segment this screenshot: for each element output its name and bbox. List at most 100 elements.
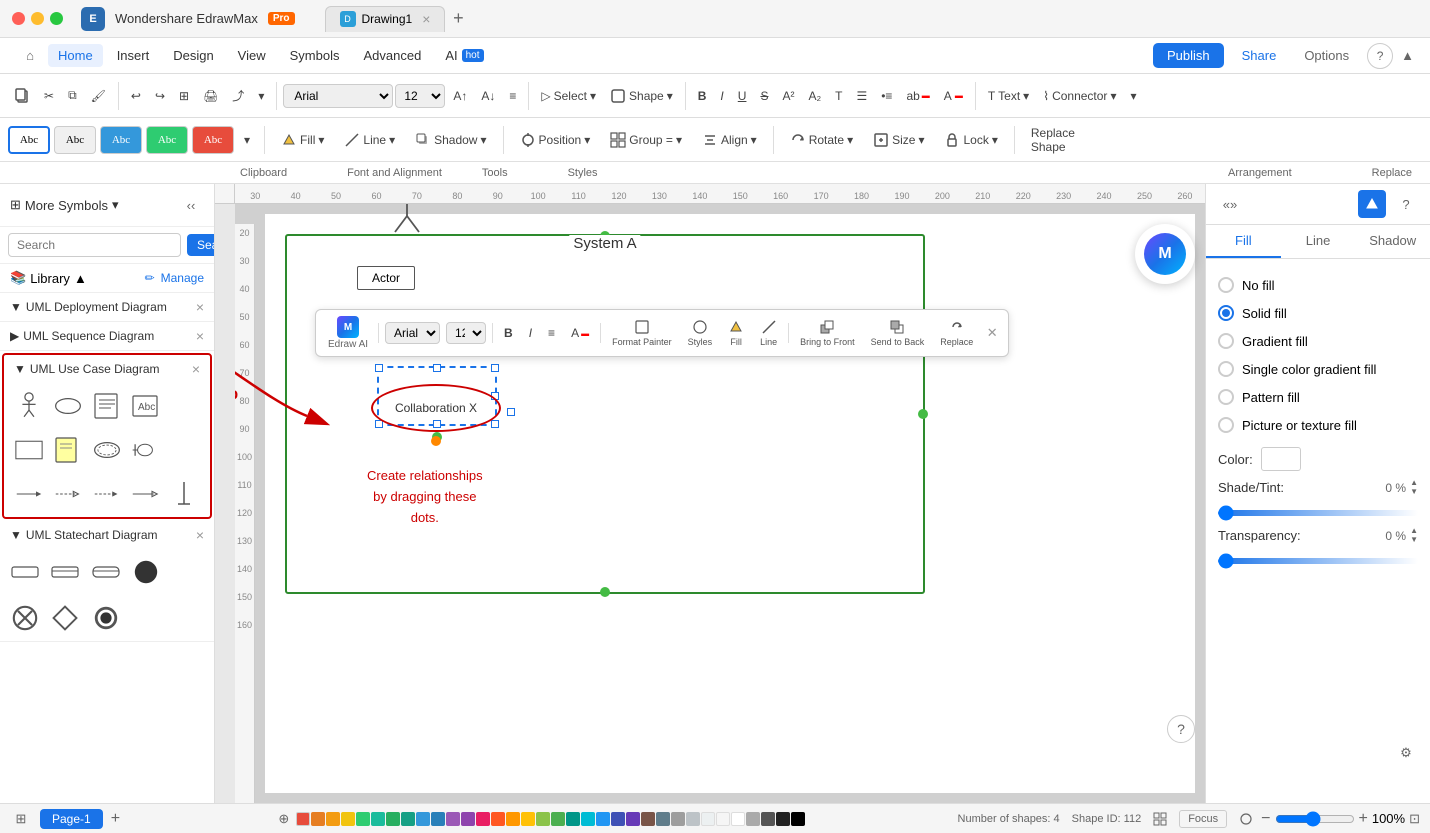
eyedropper-icon[interactable]: ⊕ <box>273 808 295 830</box>
pages-button[interactable]: ⊞ <box>173 85 195 107</box>
uml-statechart-header[interactable]: ▼ UML Statechart Diagram × <box>0 521 214 549</box>
menu-home[interactable]: Home <box>48 44 103 67</box>
style-box-5[interactable]: Abc <box>192 126 234 154</box>
menu-advanced[interactable]: Advanced <box>353 44 431 67</box>
zoom-in-button[interactable]: + <box>1359 810 1368 828</box>
text-tool[interactable]: T Text ▾ <box>982 85 1035 107</box>
color-2[interactable] <box>311 812 325 826</box>
italic-button[interactable]: I <box>714 85 729 107</box>
include-arrow-item[interactable] <box>128 477 162 511</box>
zoom-slider[interactable] <box>1275 811 1355 827</box>
print-button[interactable]: 🖨 <box>197 85 224 107</box>
color-23[interactable] <box>626 812 640 826</box>
fill-button[interactable]: Fill ▾ <box>273 128 332 152</box>
right-fill-icon[interactable] <box>1358 190 1386 218</box>
transparency-spinner[interactable]: ▲ ▼ <box>1410 527 1418 544</box>
list-button[interactable]: ☰ <box>850 85 873 107</box>
text-format-button[interactable]: T <box>829 85 848 107</box>
shadow-button[interactable]: Shadow ▾ <box>407 128 494 152</box>
ft-replace-button[interactable]: Replace <box>935 316 978 350</box>
color-29[interactable] <box>716 812 730 826</box>
color-18[interactable] <box>551 812 565 826</box>
redo-button[interactable]: ↪ <box>149 85 171 107</box>
size-button[interactable]: Size ▾ <box>865 128 932 152</box>
color-30[interactable] <box>731 812 745 826</box>
edit-icon[interactable]: ✏ <box>145 271 155 285</box>
grid-icon-btn[interactable] <box>1153 812 1167 826</box>
uml-deployment-header[interactable]: ▼ UML Deployment Diagram × <box>0 293 214 321</box>
collab-handle-bottom[interactable] <box>431 436 441 446</box>
ft-font-select[interactable]: Arial <box>385 322 440 344</box>
color-15[interactable] <box>506 812 520 826</box>
uml-sequence-header[interactable]: ▶ UML Sequence Diagram × <box>0 322 214 350</box>
state-circle-x[interactable] <box>8 601 42 635</box>
ft-italic-button[interactable]: I <box>524 323 537 343</box>
font-select[interactable]: Arial <box>283 84 393 108</box>
collab-handle-right[interactable] <box>507 408 515 416</box>
paste-button[interactable] <box>8 84 36 108</box>
color-10[interactable] <box>431 812 445 826</box>
lock-button[interactable]: Lock ▾ <box>936 128 1005 152</box>
color-1[interactable] <box>296 812 310 826</box>
color-21[interactable] <box>596 812 610 826</box>
panel-settings-icon[interactable]: ⚙ <box>1392 739 1420 767</box>
menu-insert[interactable]: Insert <box>107 44 160 67</box>
state-box[interactable] <box>48 555 82 589</box>
color-20[interactable] <box>581 812 595 826</box>
page-1-tab[interactable]: Page-1 <box>40 809 103 829</box>
uml-use-case-header[interactable]: ▼ UML Use Case Diagram × <box>4 355 210 383</box>
color-22[interactable] <box>611 812 625 826</box>
styles-more[interactable]: ▾ <box>238 129 256 151</box>
text-box-item[interactable]: Abc <box>128 389 162 423</box>
cut-button[interactable]: ✂ <box>38 85 60 107</box>
ft-align-button[interactable]: ≡ <box>543 323 560 343</box>
manage-button[interactable]: Manage <box>161 271 204 285</box>
copy-button[interactable]: ⧉ <box>62 84 83 107</box>
color-34[interactable] <box>791 812 805 826</box>
group-button[interactable]: Group = ▾ <box>602 128 690 152</box>
arrow-line-item[interactable] <box>12 477 46 511</box>
color-11[interactable] <box>446 812 460 826</box>
ft-fill-button[interactable]: Fill <box>723 316 749 350</box>
style-box-2[interactable]: Abc <box>54 126 96 154</box>
rotate-button[interactable]: Rotate ▾ <box>782 128 861 152</box>
new-tab-button[interactable]: + <box>445 6 471 32</box>
fit-page-icon[interactable]: ⊡ <box>1409 811 1420 827</box>
style-box-4[interactable]: Abc <box>146 126 188 154</box>
tab-close-icon[interactable]: × <box>422 11 430 27</box>
system-box[interactable]: System A <box>285 234 925 594</box>
color-7[interactable] <box>386 812 400 826</box>
color-28[interactable] <box>701 812 715 826</box>
line-button[interactable]: Line ▾ <box>336 128 403 152</box>
shape-button[interactable]: Shape ▾ <box>604 84 679 108</box>
bullet-list[interactable]: •≡ <box>875 85 898 107</box>
font-increase[interactable]: A↑ <box>447 85 473 107</box>
maximize-button[interactable] <box>50 12 63 25</box>
fill-option-solid[interactable]: Solid fill <box>1218 299 1418 327</box>
boundary-item[interactable] <box>128 433 162 467</box>
actor-shape-item[interactable] <box>12 389 46 423</box>
ft-line-button[interactable]: Line <box>755 316 782 350</box>
style-box-3[interactable]: Abc <box>100 126 142 154</box>
color-27[interactable] <box>686 812 700 826</box>
state-diamond[interactable] <box>48 601 82 635</box>
color-33[interactable] <box>776 812 790 826</box>
share-button[interactable]: Share <box>1232 43 1287 68</box>
state-initial[interactable] <box>8 555 42 589</box>
shade-spinner[interactable]: ▲ ▼ <box>1410 479 1418 496</box>
tee-item[interactable] <box>167 477 201 511</box>
handle-br[interactable] <box>491 420 499 428</box>
home-icon[interactable]: ⌂ <box>16 42 44 70</box>
handle-tc[interactable] <box>433 364 441 372</box>
state-filled-circle[interactable] <box>129 555 163 589</box>
replace-shape-button[interactable]: ReplaceShape <box>1023 122 1083 158</box>
color-6[interactable] <box>371 812 385 826</box>
font-color[interactable]: A▬ <box>938 85 969 107</box>
edraw-ai-float-button[interactable]: M <box>1135 224 1195 284</box>
extend-arrow-item[interactable] <box>90 477 124 511</box>
canvas[interactable]: 2030405060708090100110120130140150160 Sy… <box>235 204 1205 803</box>
toolbar-more[interactable]: ▾ <box>1124 85 1142 107</box>
ft-format-painter[interactable]: Format Painter <box>607 316 677 350</box>
format-painter-toolbar[interactable]: 🖌 <box>85 85 112 107</box>
state-rect[interactable] <box>89 555 123 589</box>
